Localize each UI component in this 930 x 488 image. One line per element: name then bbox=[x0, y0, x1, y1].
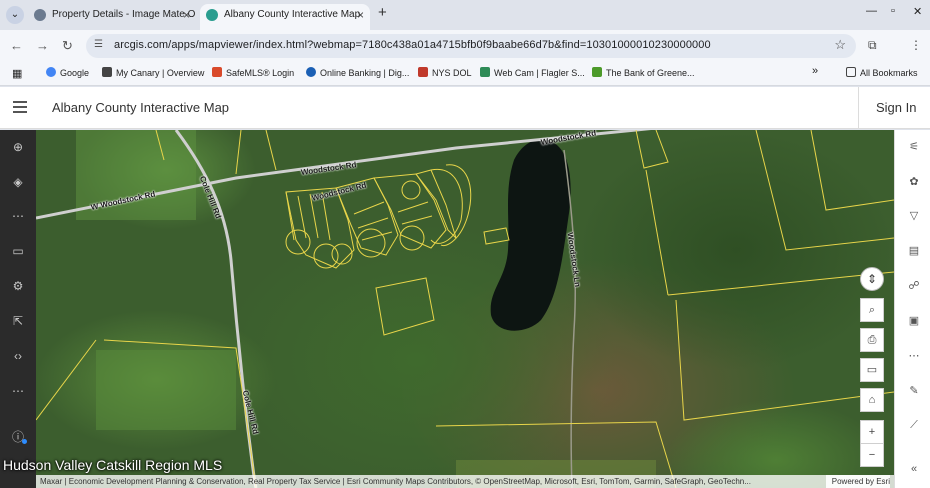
forward-icon[interactable]: → bbox=[36, 38, 49, 53]
nys-dol-icon bbox=[418, 67, 428, 77]
tab-search-icon[interactable]: ⌄ bbox=[6, 6, 24, 24]
app-title: Albany County Interactive Map bbox=[52, 100, 230, 115]
tab-strip: ⌄ Property Details - Image Mate O × Alba… bbox=[0, 0, 930, 30]
more-icon[interactable]: ⋯ bbox=[11, 384, 25, 398]
zoom-in-button[interactable]: + bbox=[860, 420, 884, 444]
bookmark-my-canary[interactable]: My Canary | Overview bbox=[102, 67, 204, 78]
embed-icon[interactable]: ‹› bbox=[11, 349, 25, 363]
bookmark-web-cam[interactable]: Web Cam | Flagler S... bbox=[480, 67, 585, 78]
add-layer-icon[interactable]: ⊕ bbox=[11, 140, 25, 154]
attribution-text: Maxar | Economic Development Planning & … bbox=[40, 477, 751, 486]
sign-in-label: Sign In bbox=[876, 100, 917, 115]
tab-title: Property Details - Image Mate O bbox=[52, 9, 196, 20]
properties-icon[interactable]: ⚟ bbox=[907, 140, 921, 153]
subdivision-parcels bbox=[285, 164, 472, 269]
fields-icon[interactable]: ▤ bbox=[907, 244, 921, 257]
bookmark-star-icon[interactable]: ☆ bbox=[834, 37, 846, 53]
search-icon: ⌕ bbox=[868, 304, 876, 316]
powered-by-esri[interactable]: Powered by Esri bbox=[825, 475, 890, 488]
bank-icon bbox=[306, 67, 316, 77]
screen-button[interactable]: ▭ bbox=[860, 358, 884, 382]
sign-in-button[interactable]: Sign In bbox=[858, 87, 930, 129]
arcgis-icon bbox=[206, 9, 218, 21]
bookmark-nys-dol[interactable]: NYS DOL bbox=[418, 67, 472, 78]
notification-dot bbox=[22, 439, 27, 444]
more-icon[interactable]: ⋯ bbox=[11, 209, 25, 223]
apps-grid-icon[interactable]: ▦ bbox=[12, 67, 22, 80]
url-text: arcgis.com/apps/mapviewer/index.html?web… bbox=[114, 39, 711, 51]
minimize-icon[interactable]: — bbox=[866, 5, 877, 17]
canary-icon bbox=[102, 67, 112, 77]
monitor-icon: ▭ bbox=[866, 364, 878, 376]
more-icon[interactable]: ⋯ bbox=[907, 349, 921, 362]
map-attribution: Maxar | Economic Development Planning & … bbox=[36, 475, 894, 488]
print-icon: ⎙ bbox=[867, 334, 877, 346]
styles-icon[interactable]: ✿ bbox=[907, 175, 921, 188]
effects-icon[interactable]: ☍ bbox=[907, 279, 921, 292]
bookmark-online-banking[interactable]: Online Banking | Dig... bbox=[306, 67, 409, 78]
reload-icon[interactable]: ↻ bbox=[62, 38, 73, 54]
map-view[interactable]: Woodstock Rd Woodstock Rd Woodstock Rd W… bbox=[36, 130, 894, 488]
field-area bbox=[96, 350, 236, 430]
new-tab-button[interactable]: + bbox=[378, 4, 387, 21]
close-tab-icon[interactable]: × bbox=[357, 4, 364, 26]
folder-icon bbox=[846, 67, 856, 77]
tab-title: Albany County Interactive Map bbox=[224, 9, 361, 20]
home-button[interactable]: ⌂ bbox=[860, 388, 884, 412]
menu-icon[interactable] bbox=[13, 101, 27, 113]
bookmark-bank-of-greene[interactable]: The Bank of Greene... bbox=[592, 67, 695, 78]
browser-toolbar: ← → ↻ ☰ arcgis.com/apps/mapviewer/index.… bbox=[0, 30, 930, 62]
window-close-icon[interactable]: ✕ bbox=[913, 5, 922, 18]
site-info-icon[interactable]: ☰ bbox=[94, 39, 103, 50]
close-tab-icon[interactable]: × bbox=[183, 4, 190, 26]
watermark: Hudson Valley Catskill Region MLS bbox=[3, 457, 223, 473]
search-button[interactable]: ⌕ bbox=[860, 298, 884, 322]
print-button[interactable]: ⎙ bbox=[860, 328, 884, 352]
sketch-icon[interactable]: ✎ bbox=[907, 384, 921, 397]
bank-of-greene-icon bbox=[592, 67, 602, 77]
filter-icon[interactable]: ▽ bbox=[907, 209, 921, 222]
right-toolbar: ⚟ ✿ ▽ ▤ ☍ ▣ ⋯ ✎ ⟋ « bbox=[894, 130, 930, 488]
share-icon[interactable]: ⇱ bbox=[11, 314, 25, 328]
browser-menu-icon[interactable]: ⋮ bbox=[910, 38, 922, 52]
bookmark-google[interactable]: Google bbox=[46, 67, 89, 78]
tab-property-details[interactable]: Property Details - Image Mate O × bbox=[28, 4, 196, 30]
google-icon bbox=[46, 67, 56, 77]
tab-albany-map[interactable]: Albany County Interactive Map × bbox=[200, 4, 370, 30]
collapse-icon[interactable]: « bbox=[907, 463, 921, 475]
bookmarks-bar: ▦ Google My Canary | Overview SafeMLS® L… bbox=[0, 62, 930, 86]
home-icon: ⌂ bbox=[868, 394, 876, 406]
back-icon[interactable]: ← bbox=[10, 38, 23, 53]
layers-icon[interactable]: ◈ bbox=[11, 175, 25, 189]
webcam-icon bbox=[480, 67, 490, 77]
compass-button[interactable]: ⇕ bbox=[860, 267, 884, 291]
more-bookmarks-icon[interactable]: » bbox=[812, 65, 818, 77]
all-bookmarks[interactable]: All Bookmarks bbox=[846, 67, 918, 78]
measure-icon[interactable]: ⟋ bbox=[907, 419, 921, 432]
extensions-icon[interactable]: ⧉ bbox=[868, 38, 877, 53]
globe-icon bbox=[34, 9, 46, 21]
restore-icon[interactable]: ▫ bbox=[891, 5, 895, 17]
app-header: Albany County Interactive Map Sign In bbox=[0, 87, 930, 129]
address-bar[interactable]: ☰ arcgis.com/apps/mapviewer/index.html?w… bbox=[86, 34, 856, 58]
map-overlay bbox=[36, 130, 894, 488]
settings-icon[interactable]: ⚙ bbox=[11, 279, 25, 293]
safemls-icon bbox=[212, 67, 222, 77]
folder-icon[interactable]: ▭ bbox=[11, 244, 25, 258]
zoom-out-button[interactable]: − bbox=[860, 443, 884, 467]
lake bbox=[490, 139, 571, 331]
popups-icon[interactable]: ▣ bbox=[907, 314, 921, 327]
left-toolbar: ⊕ ◈ ⋯ ▭ ⚙ ⇱ ‹› ⋯ ⓘ bbox=[0, 130, 36, 488]
bookmark-safemls[interactable]: SafeMLS® Login bbox=[212, 67, 294, 78]
